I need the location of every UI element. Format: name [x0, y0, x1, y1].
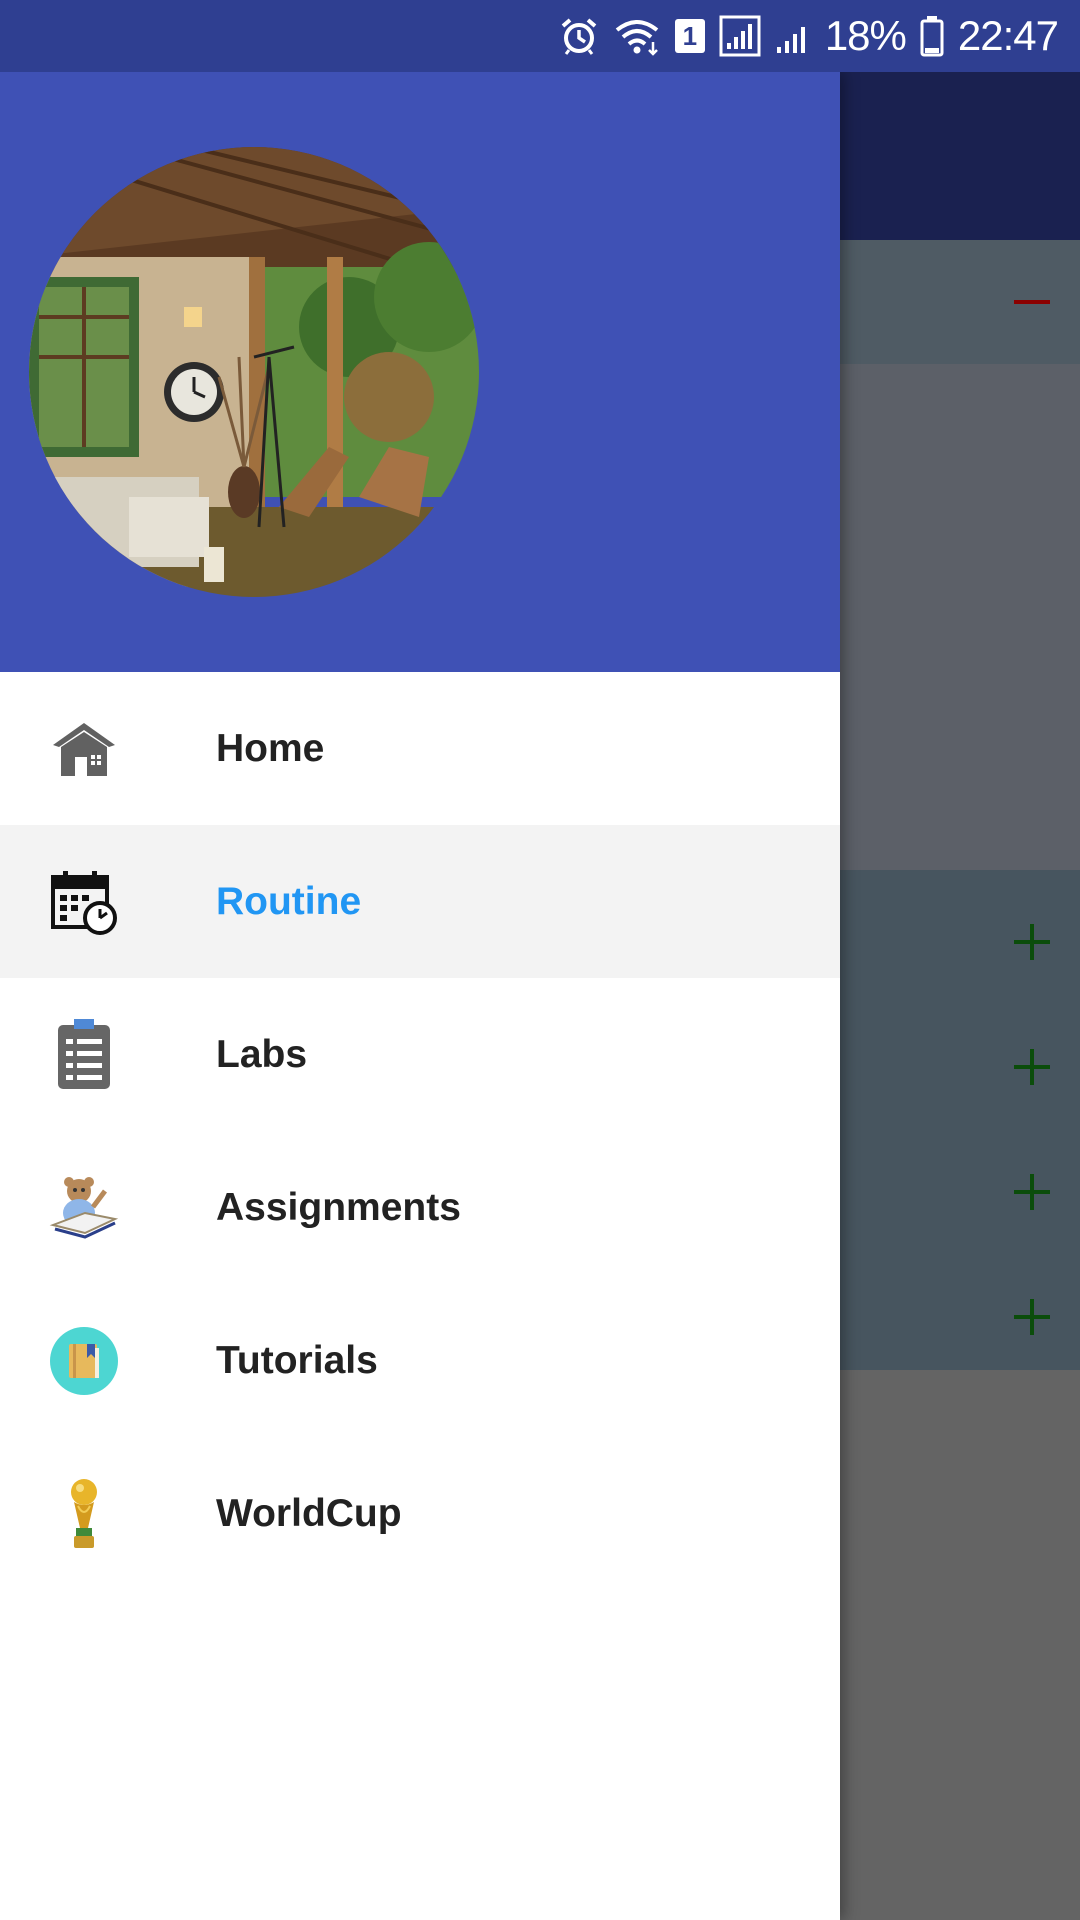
menu-item-assignments[interactable]: Assignments — [0, 1131, 840, 1284]
menu-item-tutorials[interactable]: Tutorials — [0, 1284, 840, 1437]
plus-icon[interactable] — [1012, 1172, 1052, 1212]
trophy-icon — [48, 1478, 120, 1550]
plus-icon[interactable] — [1012, 1297, 1052, 1337]
signal-icon — [775, 17, 811, 55]
wifi-icon — [613, 16, 661, 56]
menu-item-label: Assignments — [216, 1185, 461, 1229]
clock: 22:47 — [957, 12, 1059, 59]
menu-item-routine[interactable]: Routine — [0, 825, 840, 978]
status-bar: 1 18% 22:47 — [0, 0, 1080, 72]
plus-icon[interactable] — [1012, 922, 1052, 962]
sim-icon: 1 — [674, 19, 705, 53]
menu-item-label: Home — [216, 726, 325, 770]
home-icon — [48, 713, 120, 785]
alarm-icon — [559, 16, 599, 56]
menu-item-label: Tutorials — [216, 1338, 378, 1382]
calendar-clock-icon — [48, 866, 120, 938]
menu-item-label: Labs — [216, 1032, 308, 1076]
menu-item-label: WorldCup — [216, 1491, 402, 1535]
avatar[interactable] — [29, 147, 479, 597]
battery-icon — [920, 15, 944, 57]
plus-icon[interactable] — [1012, 1047, 1052, 1087]
menu-item-home[interactable]: Home — [0, 672, 840, 825]
battery-percent: 18% — [824, 12, 907, 59]
drawer-header — [0, 72, 840, 672]
drawer-menu: Home Routine Labs Assignments Tutorials … — [0, 672, 840, 1590]
clipboard-list-icon — [48, 1018, 120, 1091]
menu-item-label: Routine — [216, 879, 362, 923]
minus-icon[interactable] — [1012, 282, 1052, 322]
bear-reading-icon — [48, 1172, 120, 1244]
book-icon — [48, 1325, 120, 1397]
navigation-drawer: Home Routine Labs Assignments Tutorials … — [0, 72, 840, 1920]
menu-item-labs[interactable]: Labs — [0, 978, 840, 1131]
menu-item-worldcup[interactable]: WorldCup — [0, 1437, 840, 1590]
signal-icon — [719, 15, 761, 57]
